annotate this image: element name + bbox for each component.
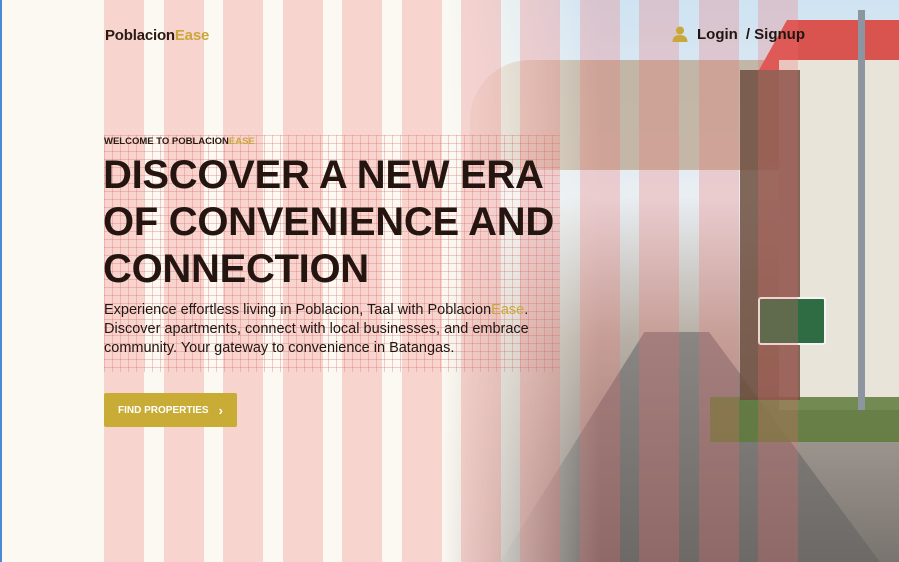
login-signup-link[interactable]: Login / Signup (671, 25, 805, 43)
user-icon (671, 25, 689, 43)
signup-label[interactable]: / Signup (746, 26, 805, 43)
hero-headline: DISCOVER A NEW ERA OF CONVENIENCE AND CO… (103, 152, 583, 293)
left-edge-line (0, 0, 2, 562)
logo[interactable]: PoblacionEase (105, 27, 209, 44)
page: PoblacionEase Login / Signup WELCOME TO … (0, 0, 899, 562)
hero-description: Experience effortless living in Poblacio… (104, 301, 564, 358)
headline-line: OF CONVENIENCE AND (103, 200, 554, 244)
logo-main-text: Poblacion (105, 27, 175, 44)
find-properties-button[interactable]: FIND PROPERTIES › (104, 393, 237, 427)
headline-line: CONNECTION (103, 247, 369, 291)
login-label[interactable]: Login (697, 26, 738, 43)
photo-grass (710, 397, 899, 442)
logo-accent-text: Ease (174, 27, 210, 44)
eyebrow-accent-text: EASE (228, 136, 255, 147)
chevron-right-icon: › (218, 402, 223, 418)
photo-street-sign (758, 297, 826, 345)
lead-accent-text: Ease (491, 302, 525, 318)
find-properties-label: FIND PROPERTIES (118, 404, 209, 416)
lead-before-text: Experience effortless living in Poblacio… (104, 302, 492, 318)
photo-pillar (740, 70, 800, 400)
eyebrow-main-text: WELCOME TO POBLACION (104, 136, 229, 147)
hero-eyebrow: WELCOME TO POBLACIONEASE (104, 136, 255, 147)
photo-pole (858, 10, 865, 410)
headline-line: DISCOVER A NEW ERA (103, 153, 544, 197)
